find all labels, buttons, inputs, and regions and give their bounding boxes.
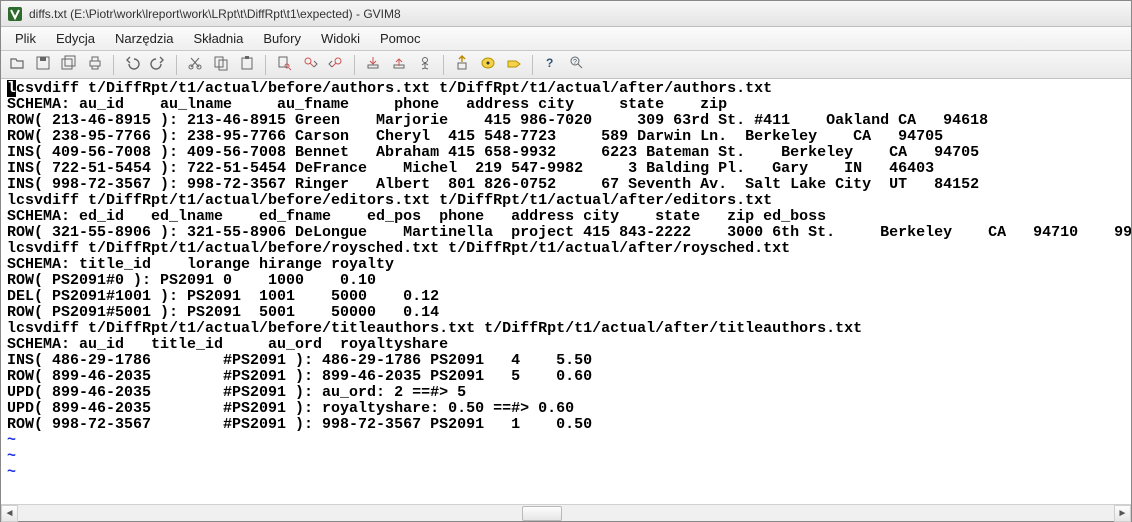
load-session-icon — [365, 55, 381, 74]
svg-text:?: ? — [573, 59, 577, 66]
help-button[interactable]: ? — [539, 54, 563, 76]
shell-button[interactable] — [476, 54, 500, 76]
gvim-app-icon — [7, 6, 23, 22]
search-icon — [276, 55, 292, 74]
menu-edit[interactable]: Edycja — [46, 27, 105, 50]
find-next-icon — [302, 55, 318, 74]
open-icon — [9, 55, 25, 74]
tags-button[interactable] — [502, 54, 526, 76]
redo-icon — [150, 55, 166, 74]
toolbar-separator — [113, 55, 114, 75]
save-all-icon — [61, 55, 77, 74]
scroll-right-button[interactable]: ► — [1114, 505, 1131, 522]
menu-help[interactable]: Pomoc — [370, 27, 430, 50]
title-bar[interactable]: diffs.txt (E:\Piotr\work\lreport\work\LR… — [1, 1, 1131, 27]
find-help-button[interactable]: ? — [565, 54, 589, 76]
svg-text:?: ? — [546, 56, 553, 70]
scroll-track[interactable] — [18, 505, 1114, 522]
app-window: diffs.txt (E:\Piotr\work\lreport\work\LR… — [0, 0, 1132, 522]
menu-views[interactable]: Widoki — [311, 27, 370, 50]
save-session-icon — [391, 55, 407, 74]
horizontal-scrollbar[interactable]: ◄ ► — [1, 504, 1131, 521]
text-editor[interactable]: lcsvdiff t/DiffRpt/t1/actual/before/auth… — [1, 79, 1131, 504]
copy-button[interactable] — [209, 54, 233, 76]
find-prev-button[interactable] — [324, 54, 348, 76]
toolbar-separator — [532, 55, 533, 75]
run-script-icon — [417, 55, 433, 74]
cut-icon — [187, 55, 203, 74]
print-button[interactable] — [83, 54, 107, 76]
find-prev-icon — [328, 55, 344, 74]
toolbar-separator — [354, 55, 355, 75]
scroll-left-button[interactable]: ◄ — [1, 505, 18, 522]
menu-bar: Plik Edycja Narzędzia Składnia Bufory Wi… — [1, 27, 1131, 51]
menu-syntax[interactable]: Składnia — [184, 27, 254, 50]
save-session-button[interactable] — [387, 54, 411, 76]
find-button[interactable] — [272, 54, 296, 76]
redo-button[interactable] — [146, 54, 170, 76]
tool-bar: ? ? — [1, 51, 1131, 79]
print-icon — [87, 55, 103, 74]
editor-area: lcsvdiff t/DiffRpt/t1/actual/before/auth… — [1, 79, 1131, 504]
find-next-button[interactable] — [298, 54, 322, 76]
save-all-button[interactable] — [57, 54, 81, 76]
save-button[interactable] — [31, 54, 55, 76]
undo-icon — [124, 55, 140, 74]
make-button[interactable] — [450, 54, 474, 76]
menu-tools[interactable]: Narzędzia — [105, 27, 184, 50]
toolbar-separator — [265, 55, 266, 75]
find-help-icon: ? — [569, 55, 585, 74]
load-session-button[interactable] — [361, 54, 385, 76]
make-icon — [454, 55, 470, 74]
toolbar-separator — [443, 55, 444, 75]
menu-file[interactable]: Plik — [5, 27, 46, 50]
cut-button[interactable] — [183, 54, 207, 76]
undo-button[interactable] — [120, 54, 144, 76]
help-icon: ? — [543, 55, 559, 74]
paste-icon — [239, 55, 255, 74]
menu-buffers[interactable]: Bufory — [253, 27, 311, 50]
paste-button[interactable] — [235, 54, 259, 76]
toolbar-separator — [176, 55, 177, 75]
shell-icon — [480, 55, 496, 74]
run-script-button[interactable] — [413, 54, 437, 76]
save-icon — [35, 55, 51, 74]
open-file-button[interactable] — [5, 54, 29, 76]
window-title: diffs.txt (E:\Piotr\work\lreport\work\LR… — [29, 7, 401, 21]
scroll-thumb[interactable] — [522, 506, 562, 521]
tag-icon — [506, 55, 522, 74]
copy-icon — [213, 55, 229, 74]
